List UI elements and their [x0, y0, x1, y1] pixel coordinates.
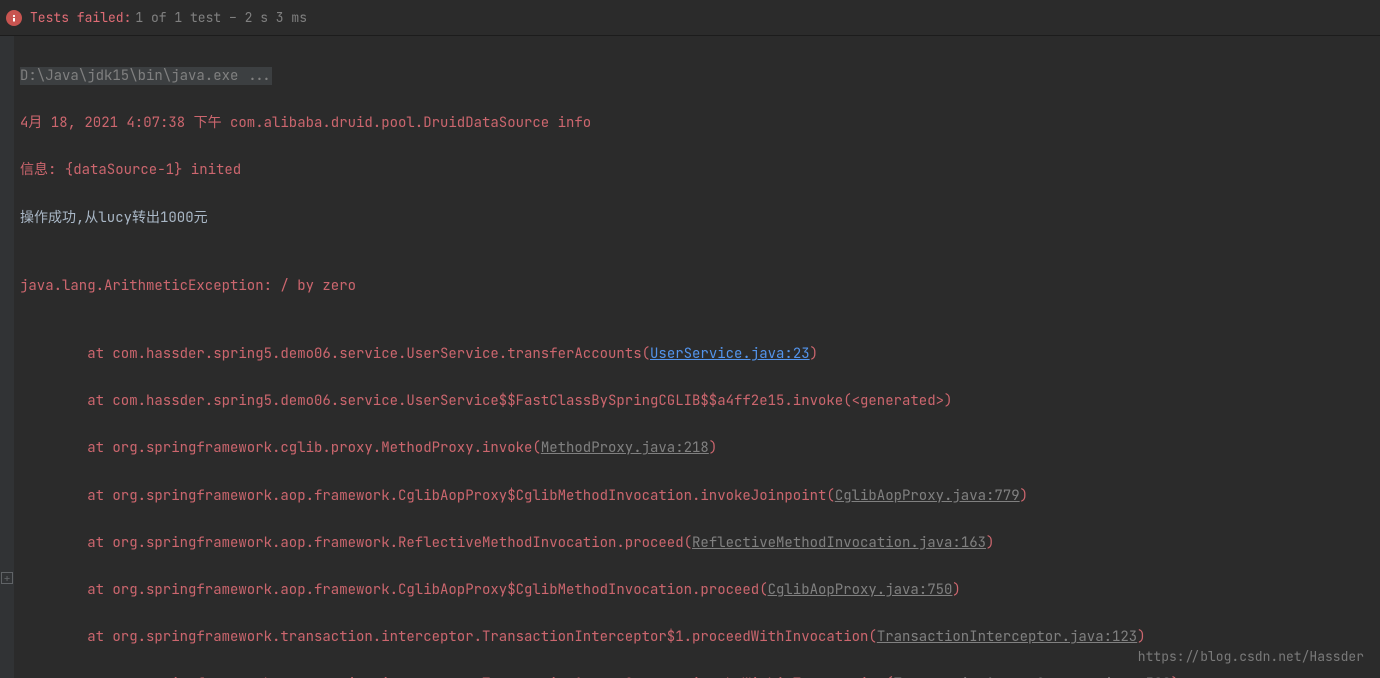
log-line: 信息: {dataSource-1} inited: [20, 157, 1376, 183]
tests-failed-count: 1 of 1 test – 2 s 3 ms: [135, 8, 307, 28]
run-command: D:\Java\jdk15\bin\java.exe ...: [20, 67, 272, 85]
console-output[interactable]: D:\Java\jdk15\bin\java.exe ... 4月 18, 20…: [14, 36, 1380, 678]
stdout-line: 操作成功,从lucy转出1000元: [20, 205, 1376, 231]
source-link[interactable]: MethodProxy.java:218: [541, 439, 709, 457]
source-link[interactable]: UserService.java:23: [650, 345, 810, 363]
source-link[interactable]: CglibAopProxy.java:779: [835, 487, 1020, 505]
tests-failed-label: Tests failed:: [30, 8, 131, 28]
source-link[interactable]: TransactionInterceptor.java:123: [877, 628, 1137, 646]
test-result-header: Tests failed: 1 of 1 test – 2 s 3 ms: [0, 0, 1380, 36]
stack-frame: at org.springframework.transaction.inter…: [20, 671, 1376, 678]
console-wrap: + D:\Java\jdk15\bin\java.exe ... 4月 18, …: [0, 36, 1380, 678]
stack-frame: at org.springframework.aop.framework.Ref…: [20, 530, 1376, 556]
source-link[interactable]: ReflectiveMethodInvocation.java:163: [692, 534, 986, 552]
fail-icon: [6, 10, 22, 26]
log-line: 4月 18, 2021 4:07:38 下午 com.alibaba.druid…: [20, 110, 1376, 136]
stack-frame: at com.hassder.spring5.demo06.service.Us…: [20, 388, 1376, 414]
source-link[interactable]: CglibAopProxy.java:750: [768, 581, 953, 599]
exception-line: java.lang.ArithmeticException: / by zero: [20, 273, 1376, 299]
stack-frame: at com.hassder.spring5.demo06.service.Us…: [20, 341, 1376, 367]
gutter: +: [0, 36, 14, 678]
stack-frame: at org.springframework.aop.framework.Cgl…: [20, 577, 1376, 603]
watermark: https://blog.csdn.net/Hassder: [1138, 647, 1364, 667]
stack-frame: at org.springframework.cglib.proxy.Metho…: [20, 435, 1376, 461]
expand-fold-button[interactable]: +: [1, 572, 13, 584]
stack-frame: at org.springframework.aop.framework.Cgl…: [20, 483, 1376, 509]
